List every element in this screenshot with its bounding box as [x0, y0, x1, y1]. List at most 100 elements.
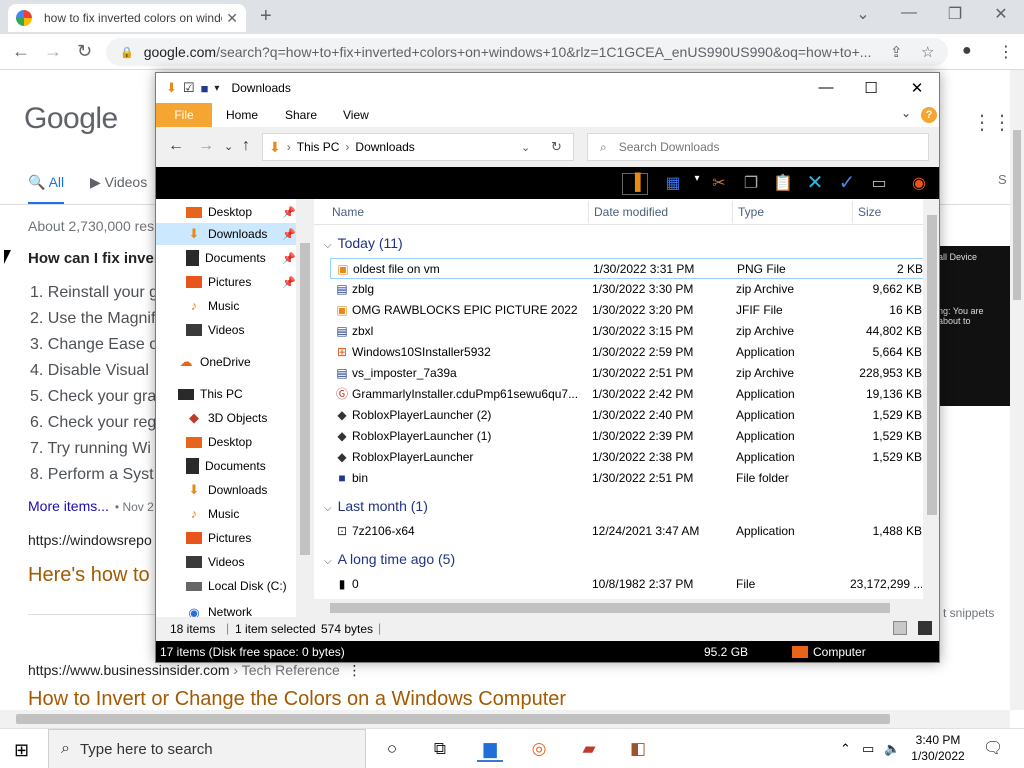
forward-icon[interactable]: → — [44, 41, 62, 62]
tab-file[interactable]: File — [156, 103, 212, 127]
network-icon[interactable]: ▭ — [862, 741, 874, 757]
preview-pane-icon[interactable]: ▐ — [622, 173, 648, 195]
video-thumbnail[interactable]: all Device ng: You are about to — [936, 246, 1010, 406]
scrollbar-thumb[interactable] — [927, 215, 937, 515]
nav-item-pictures[interactable]: Pictures — [186, 527, 296, 549]
large-icons-view-icon[interactable] — [918, 621, 932, 635]
profile-icon[interactable]: ● — [962, 42, 972, 60]
tab-close-icon[interactable]: ✕ — [226, 10, 238, 27]
delete-icon[interactable]: ✕ — [802, 170, 828, 194]
new-tab-icon[interactable]: + — [260, 5, 272, 28]
group-header-today[interactable]: ⌵ Today (11) — [324, 235, 403, 251]
cortana-icon[interactable]: ○ — [379, 736, 405, 762]
table-row[interactable]: ▤ vs_imposter_7a39a 1/30/2022 2:51 PM zi… — [330, 363, 924, 384]
minimize-icon[interactable]: — — [886, 4, 932, 22]
minimize-icon[interactable]: — — [803, 79, 849, 96]
shell-icon[interactable]: ◉ — [906, 173, 932, 195]
scrollbar-thumb[interactable] — [1013, 130, 1021, 300]
file-explorer-taskbar-icon[interactable]: ▆ — [477, 736, 503, 762]
properties-icon[interactable]: ☑ — [183, 80, 195, 96]
windows-start-icon[interactable]: ⊞ — [14, 740, 29, 761]
scrollbar-thumb[interactable] — [16, 714, 890, 724]
details-view-icon[interactable] — [893, 621, 907, 635]
table-row[interactable]: ▣ OMG RAWBLOCKS EPIC PICTURE 2022 FR... … — [330, 300, 924, 321]
table-row[interactable]: ▤ zblg 1/30/2022 3:30 PM zip Archive 9,6… — [330, 279, 924, 300]
google-logo[interactable]: Google — [24, 102, 118, 136]
column-date-modified[interactable]: Date modified — [594, 205, 668, 219]
customize-quick-access-icon[interactable]: ▾ — [214, 83, 219, 94]
tab-view[interactable]: View — [343, 108, 369, 122]
help-icon[interactable]: ? — [921, 107, 937, 123]
breadcrumb-downloads[interactable]: Downloads — [355, 140, 414, 154]
browser-menu-icon[interactable]: ⋮ — [998, 42, 1014, 62]
chevron-up-icon[interactable]: ⌃ — [840, 741, 851, 757]
settings-tab[interactable]: S — [998, 172, 1007, 187]
nav-item-documents[interactable]: Documents — [186, 455, 296, 477]
forward-icon[interactable]: → — [198, 137, 214, 155]
maximize-icon[interactable]: ☐ — [848, 79, 894, 97]
scrollbar-thumb[interactable] — [330, 603, 890, 613]
up-icon[interactable]: ↑ — [242, 137, 250, 155]
nav-item-this-pc[interactable]: This PC — [178, 383, 296, 405]
copy-icon[interactable]: ❐ — [738, 173, 764, 195]
breadcrumb[interactable]: ⬇ › This PC › Downloads ⌄ ↻ — [262, 133, 574, 161]
taskbar-search-input[interactable]: ⌕ Type here to search — [48, 729, 366, 768]
snippets-link[interactable]: t snippets — [943, 606, 994, 620]
bookmark-star-icon[interactable]: ☆ — [921, 43, 934, 61]
back-icon[interactable]: ← — [12, 41, 30, 62]
table-row[interactable]: ◆ RobloxPlayerLauncher (1) 1/30/2022 2:3… — [330, 426, 924, 447]
nav-item-onedrive[interactable]: ☁ OneDrive — [178, 351, 296, 373]
save-icon[interactable]: ▦ — [660, 173, 686, 195]
app-taskbar-icon[interactable]: ▰ — [576, 736, 602, 762]
restore-icon[interactable]: ❐ — [932, 4, 978, 24]
nav-item-music[interactable]: ♪ Music — [186, 295, 296, 317]
rename-icon[interactable]: ▭ — [866, 173, 892, 195]
nav-item-desktop[interactable]: Desktop 📌 — [186, 201, 296, 223]
result-title-link[interactable]: How to Invert or Change the Colors on a … — [28, 688, 566, 710]
back-icon[interactable]: ← — [168, 137, 184, 155]
table-row[interactable]: ▤ zbxl 1/30/2022 3:15 PM zip Archive 44,… — [330, 321, 924, 342]
nav-item-3d-objects[interactable]: ◆ 3D Objects — [186, 407, 296, 429]
column-type[interactable]: Type — [738, 205, 764, 219]
table-row[interactable]: ◆ RobloxPlayerLauncher 1/30/2022 2:38 PM… — [330, 447, 924, 468]
table-row[interactable]: ◆ RobloxPlayerLauncher (2) 1/30/2022 2:4… — [330, 405, 924, 426]
nav-item-network[interactable]: ◉ Network — [186, 605, 296, 617]
breadcrumb-this-pc[interactable]: This PC — [297, 140, 340, 154]
new-folder-icon[interactable]: ■ — [201, 81, 209, 96]
apps-grid-icon[interactable]: ⋮⋮⋮ — [972, 110, 1010, 135]
nav-item-videos[interactable]: Videos — [186, 319, 296, 341]
group-header-last-month[interactable]: ⌵ Last month (1) — [324, 498, 428, 514]
table-row[interactable]: ▣ oldest file on vm 1/30/2022 3:31 PM PN… — [330, 258, 924, 279]
task-view-icon[interactable]: ⧉ — [427, 736, 453, 762]
nav-item-downloads[interactable]: ⬇ Downloads 📌 — [156, 223, 296, 245]
result-title-link[interactable]: Here's how to — [28, 564, 150, 587]
notifications-icon[interactable]: 🗨 — [983, 738, 1003, 758]
nav-item-documents[interactable]: Documents 📌 — [186, 247, 296, 269]
scrollbar-thumb[interactable] — [300, 243, 310, 555]
nav-item-videos[interactable]: Videos — [186, 551, 296, 573]
tab-search-icon[interactable]: ⌄ — [840, 4, 886, 24]
chevron-down-icon[interactable]: ⌄ — [521, 141, 530, 154]
table-row[interactable]: ⊡ 7z2106-x64 12/24/2021 3:47 AM Applicat… — [330, 521, 924, 542]
nav-item-local-disk[interactable]: Local Disk (C:) — [186, 575, 296, 597]
system-clock[interactable]: 3:40 PM 1/30/2022 — [906, 732, 970, 764]
nav-item-desktop[interactable]: Desktop — [186, 431, 296, 453]
column-size[interactable]: Size — [858, 205, 881, 219]
tab-share[interactable]: Share — [285, 108, 317, 122]
volume-icon[interactable]: 🔈 — [884, 741, 900, 757]
share-icon[interactable]: ⇪ — [890, 43, 903, 61]
search-downloads-input[interactable]: ⌕ Search Downloads — [587, 133, 929, 161]
chevron-down-icon[interactable]: ⌄ — [901, 106, 911, 120]
group-header-long-ago[interactable]: ⌵ A long time ago (5) — [324, 551, 455, 567]
reload-icon[interactable]: ↻ — [77, 41, 92, 62]
page-vertical-scrollbar[interactable] — [1010, 70, 1024, 710]
file-list-horizontal-scrollbar[interactable] — [314, 599, 923, 617]
tab-home[interactable]: Home — [226, 108, 258, 122]
chrome-taskbar-icon[interactable]: ◎ — [526, 736, 552, 762]
check-icon[interactable]: ✓ — [834, 170, 860, 194]
table-row[interactable]: Ⓖ GrammarlyInstaller.cduPmp61sewu6qu7...… — [330, 384, 924, 405]
tab-all[interactable]: 🔍 All — [28, 174, 65, 205]
nav-item-pictures[interactable]: Pictures 📌 — [186, 271, 296, 293]
nav-item-music[interactable]: ♪ Music — [186, 503, 296, 525]
address-bar[interactable]: 🔒 google.com/search?q=how+to+fix+inverte… — [106, 38, 948, 66]
